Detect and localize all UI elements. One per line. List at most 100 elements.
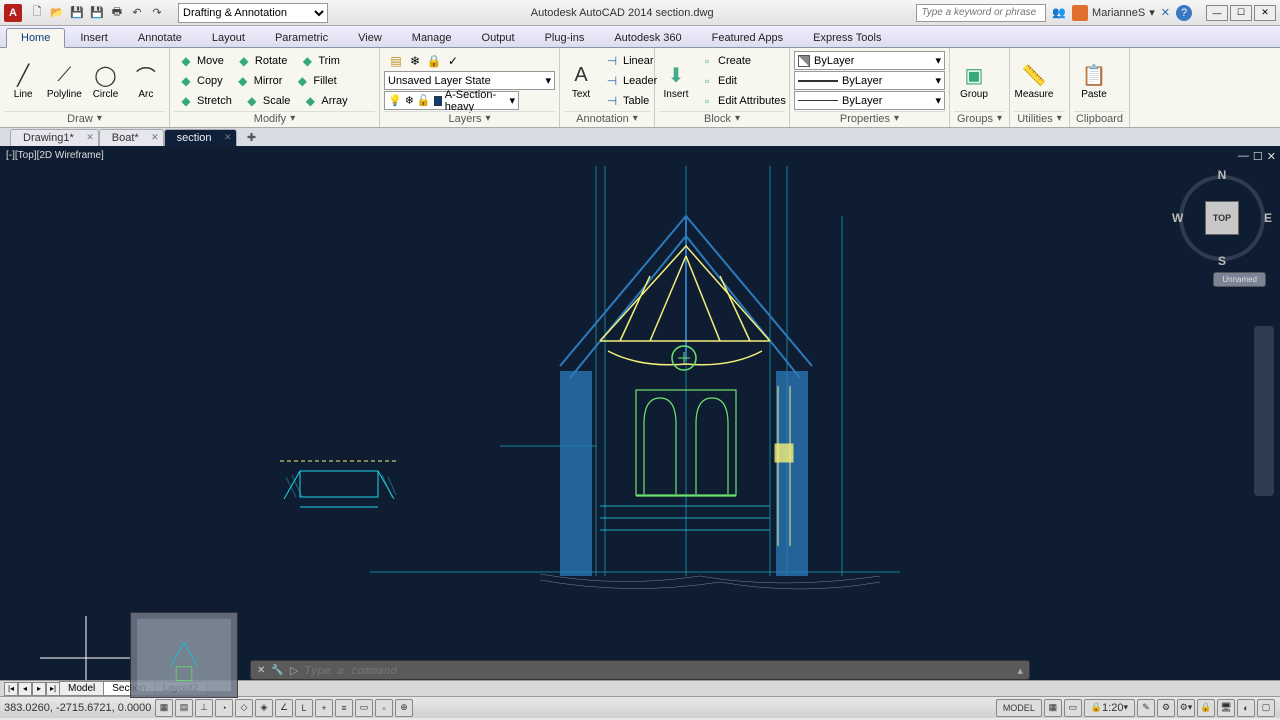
- saveas-icon[interactable]: 💾: [88, 4, 106, 22]
- lwt-button[interactable]: ≡: [335, 699, 353, 717]
- save-icon[interactable]: 💾: [68, 4, 86, 22]
- search-input[interactable]: [916, 4, 1046, 22]
- ortho-button[interactable]: ⊥: [195, 699, 213, 717]
- file-tab[interactable]: section✕: [164, 129, 237, 146]
- open-icon[interactable]: 📂: [48, 4, 66, 22]
- vp-close-icon[interactable]: ✕: [1267, 150, 1276, 163]
- table-button[interactable]: ⊣Table: [600, 91, 661, 110]
- text-button[interactable]: AText: [564, 52, 598, 110]
- new-icon[interactable]: 🗋: [28, 4, 46, 22]
- vp-minimize-icon[interactable]: —: [1238, 150, 1249, 163]
- layout-last-icon[interactable]: ▸|: [46, 682, 60, 696]
- arc-button[interactable]: ⌒Arc: [127, 52, 165, 110]
- cmd-close-icon[interactable]: ✕: [257, 665, 265, 676]
- hardware-button[interactable]: 🖥: [1217, 699, 1235, 717]
- dyn-button[interactable]: +: [315, 699, 333, 717]
- compass-s[interactable]: S: [1218, 254, 1226, 268]
- polyline-button[interactable]: ⟋Polyline: [44, 52, 84, 110]
- qv-button[interactable]: ▭: [1064, 699, 1082, 717]
- ribbon-tab-annotate[interactable]: Annotate: [123, 28, 197, 47]
- viewcube[interactable]: N S E W TOP: [1174, 170, 1270, 266]
- layer-tools-row[interactable]: ▤❄🔒✓: [384, 51, 555, 70]
- compass-e[interactable]: E: [1264, 211, 1272, 225]
- array-button[interactable]: ◆Array: [298, 91, 351, 110]
- ribbon-tab-plug-ins[interactable]: Plug-ins: [530, 28, 600, 47]
- command-input[interactable]: [304, 664, 1011, 677]
- ribbon-tab-layout[interactable]: Layout: [197, 28, 260, 47]
- polar-button[interactable]: ◔: [215, 699, 233, 717]
- insert-button[interactable]: ⬇Insert: [659, 52, 693, 110]
- command-line[interactable]: ✕ 🔧 ▷ ▴: [250, 660, 1030, 680]
- copy-button[interactable]: ◆Copy: [174, 71, 227, 90]
- ribbon-tab-insert[interactable]: Insert: [65, 28, 123, 47]
- minimize-button[interactable]: —: [1206, 5, 1228, 21]
- navigation-bar[interactable]: [1254, 326, 1274, 496]
- viewcube-face[interactable]: TOP: [1205, 201, 1239, 235]
- ribbon-tab-output[interactable]: Output: [467, 28, 530, 47]
- ducs-button[interactable]: L: [295, 699, 313, 717]
- clean-button[interactable]: ▢: [1257, 699, 1275, 717]
- osnap-button[interactable]: ◇: [235, 699, 253, 717]
- linear-button[interactable]: ⊣Linear: [600, 51, 661, 70]
- circle-button[interactable]: ◯Circle: [86, 52, 124, 110]
- snap-button[interactable]: ▦: [155, 699, 173, 717]
- mirror-button[interactable]: ◆Mirror: [231, 71, 287, 90]
- ribbon-tab-home[interactable]: Home: [6, 28, 65, 48]
- ribbon-tab-parametric[interactable]: Parametric: [260, 28, 343, 47]
- linetype-combo[interactable]: ByLayer▾: [794, 71, 945, 90]
- annovis-button[interactable]: ✎: [1137, 699, 1155, 717]
- app-logo[interactable]: A: [4, 4, 22, 22]
- compass-n[interactable]: N: [1218, 168, 1227, 182]
- new-tab-button[interactable]: ✚: [241, 129, 263, 145]
- otrack-button[interactable]: ∠: [275, 699, 293, 717]
- layout-first-icon[interactable]: |◂: [4, 682, 18, 696]
- fillet-button[interactable]: ◆Fillet: [290, 71, 340, 90]
- layer-state-combo[interactable]: Unsaved Layer State▾: [384, 71, 555, 90]
- isolate-button[interactable]: ◐: [1237, 699, 1255, 717]
- tpy-button[interactable]: ▭: [355, 699, 373, 717]
- maximize-button[interactable]: ☐: [1230, 5, 1252, 21]
- ribbon-tab-express-tools[interactable]: Express Tools: [798, 28, 896, 47]
- exchange-icon[interactable]: ✕: [1161, 6, 1170, 19]
- layout-next-icon[interactable]: ▸: [32, 682, 46, 696]
- color-combo[interactable]: ByLayer▾: [794, 51, 945, 70]
- undo-icon[interactable]: ↶: [128, 4, 146, 22]
- view-unnamed-label[interactable]: Unnamed: [1213, 272, 1266, 287]
- sc-button[interactable]: ⊕: [395, 699, 413, 717]
- grid-button[interactable]: ▤: [175, 699, 193, 717]
- compass-w[interactable]: W: [1172, 211, 1183, 225]
- drawing-canvas[interactable]: [-][Top][2D Wireframe] — ☐ ✕ N S E W TOP…: [0, 146, 1280, 680]
- close-tab-icon[interactable]: ✕: [86, 132, 94, 143]
- vp-maximize-icon[interactable]: ☐: [1253, 150, 1263, 163]
- ribbon-tab-featured-apps[interactable]: Featured Apps: [697, 28, 799, 47]
- stretch-button[interactable]: ◆Stretch: [174, 91, 236, 110]
- user-menu[interactable]: MarianneS ▾: [1072, 5, 1155, 21]
- workspace-selector[interactable]: Drafting & Annotation: [178, 3, 328, 23]
- leader-button[interactable]: ⊣Leader: [600, 71, 661, 90]
- ribbon-tab-autodesk-360[interactable]: Autodesk 360: [599, 28, 696, 47]
- qp-button[interactable]: ▫: [375, 699, 393, 717]
- rotate-button[interactable]: ◆Rotate: [232, 51, 291, 70]
- layout-tab-model[interactable]: Model: [59, 681, 104, 696]
- viewport-header[interactable]: [-][Top][2D Wireframe]: [6, 150, 104, 161]
- trim-button[interactable]: ◆Trim: [295, 51, 344, 70]
- line-button[interactable]: ╱Line: [4, 52, 42, 110]
- toolbar-lock-button[interactable]: 🔒: [1197, 699, 1215, 717]
- create-button[interactable]: ▫Create: [695, 51, 790, 70]
- redo-icon[interactable]: ↷: [148, 4, 166, 22]
- scale-button[interactable]: ◆Scale: [240, 91, 295, 110]
- layer-current-combo[interactable]: 💡❄🔓A-Section-heavy▾: [384, 91, 519, 110]
- ws-button[interactable]: ⚙▾: [1177, 699, 1195, 717]
- print-icon[interactable]: 🖶: [108, 4, 126, 22]
- measure-button[interactable]: 📏Measure: [1014, 52, 1054, 110]
- file-tab[interactable]: Boat*✕: [99, 129, 164, 146]
- edit-attributes-button[interactable]: ▫Edit Attributes: [695, 91, 790, 110]
- annoauto-button[interactable]: ⚙: [1157, 699, 1175, 717]
- group-button[interactable]: ▣Group: [954, 52, 994, 110]
- close-button[interactable]: ✕: [1254, 5, 1276, 21]
- signin-icon[interactable]: 👥: [1052, 6, 1066, 19]
- paste-button[interactable]: 📋Paste: [1074, 52, 1114, 110]
- ribbon-tab-view[interactable]: View: [343, 28, 397, 47]
- ribbon-tab-manage[interactable]: Manage: [397, 28, 467, 47]
- grid2-button[interactable]: ▦: [1044, 699, 1062, 717]
